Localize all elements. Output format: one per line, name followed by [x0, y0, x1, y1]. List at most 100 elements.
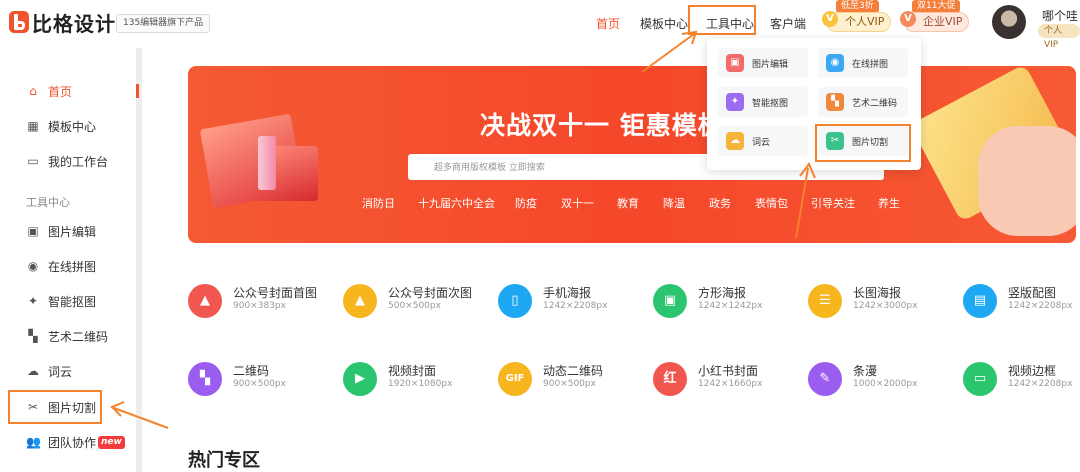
sidebar-item-home[interactable]: ⌂ 首页 [26, 82, 72, 100]
logo-text[interactable]: 比格设计 [32, 8, 116, 37]
tool-name: 手机海报 [543, 286, 592, 300]
avatar[interactable] [992, 5, 1026, 39]
banner-tag[interactable]: 双十一 [561, 195, 594, 211]
banner-tag[interactable]: 防疫 [515, 195, 537, 211]
sidebar-item-image-edit[interactable]: ▣ 图片编辑 [26, 222, 96, 240]
tool-size: 1000×2000px [853, 379, 918, 389]
tool-size: 1242×1660px [698, 379, 763, 389]
cloud-icon: ☁ [726, 132, 744, 150]
sidebar-item-puzzle[interactable]: ◉ 在线拼图 [26, 257, 96, 275]
tool-size: 500×500px [388, 301, 441, 311]
tool-name: 视频边框 [1008, 364, 1057, 378]
tool-card[interactable]: ▚ 二维码 900×500px [188, 356, 338, 400]
tool-size: 1242×2208px [1008, 379, 1073, 389]
banner-tag[interactable]: 降温 [663, 195, 685, 211]
tool-name: 方形海报 [698, 286, 747, 300]
magic-wand-icon: ✦ [726, 93, 744, 111]
dropdown-item-label: 智能抠图 [752, 98, 789, 109]
username[interactable]: 哪个哇 [1042, 7, 1078, 24]
banner-tag[interactable]: 消防日 [362, 195, 395, 211]
image-edit-icon: ▣ [726, 54, 744, 72]
sidebar-item-label: 我的工作台 [48, 154, 109, 169]
puzzle-icon: ◉ [27, 259, 39, 273]
dropdown-item-puzzle[interactable]: ◉ 在线拼图 [818, 48, 908, 78]
vertical-image-icon: ▤ [963, 284, 997, 318]
tool-size: 1242×2208px [543, 301, 608, 311]
banner-tag[interactable]: 表情包 [755, 195, 788, 211]
tool-size: 1242×2208px [1008, 301, 1073, 311]
phone-icon: ▯ [498, 284, 532, 318]
tool-card[interactable]: ▭ 视频边框 1242×2208px [963, 356, 1080, 400]
tool-card[interactable]: ▶ 视频封面 1920×1080px [343, 356, 493, 400]
tool-size: 1242×1242px [698, 301, 763, 311]
dropdown-item-cutout[interactable]: ✦ 智能抠图 [718, 87, 808, 117]
gif-icon: GIF [498, 362, 532, 396]
qrcode-icon: ▚ [826, 93, 844, 111]
tool-size: 1242×3000px [853, 301, 918, 311]
team-icon: 👥 [26, 435, 41, 449]
cover-secondary-icon: ▲ [343, 284, 377, 318]
highlight-box-sidebar-image-cut [8, 390, 102, 424]
tool-card[interactable]: GIF 动态二维码 900×500px [498, 356, 648, 400]
tool-name: 小红书封面 [698, 364, 759, 378]
dropdown-item-label: 艺术二维码 [852, 98, 898, 109]
personal-vip-label: 个人VIP [845, 15, 885, 28]
tool-card[interactable]: ▯ 手机海报 1242×2208px [498, 278, 648, 322]
sidebar-item-wordcloud[interactable]: ☁ 词云 [26, 362, 72, 380]
dropdown-item-wordcloud[interactable]: ☁ 词云 [718, 126, 808, 156]
enterprise-vip-label: 企业VIP [923, 15, 963, 28]
long-image-icon: ☰ [808, 284, 842, 318]
banner-tag[interactable]: 教育 [617, 195, 639, 211]
banner-tag[interactable]: 十九届六中全会 [418, 195, 495, 211]
sidebar-item-label: 图片编辑 [48, 224, 97, 239]
dropdown-item-label: 在线拼图 [852, 59, 889, 70]
video-icon: ▶ [343, 362, 377, 396]
sidebar-item-team[interactable]: 👥 团队协作 new [26, 433, 125, 451]
tool-name: 公众号封面首图 [233, 286, 318, 300]
tool-size: 900×383px [233, 301, 286, 311]
banner-tag[interactable]: 养生 [878, 195, 900, 211]
banner-tag[interactable]: 政务 [709, 195, 731, 211]
grid-icon: ▦ [27, 119, 39, 133]
lipstick-illustration [258, 136, 276, 190]
palette-icon: ✎ [808, 362, 842, 396]
image-icon: ▣ [653, 284, 687, 318]
sidebar-group-title: 工具中心 [26, 196, 70, 209]
sidebar-item-label: 在线拼图 [48, 259, 97, 274]
banner-tag[interactable]: 引导关注 [811, 195, 855, 211]
nav-home[interactable]: 首页 [596, 15, 620, 32]
tool-name: 视频封面 [388, 364, 437, 378]
dropdown-item-qrcode[interactable]: ▚ 艺术二维码 [818, 87, 908, 117]
new-badge: new [98, 435, 125, 449]
sidebar-item-qrcode[interactable]: ▚ 艺术二维码 [26, 327, 108, 345]
tool-name: 竖版配图 [1008, 286, 1057, 300]
hand-illustration [978, 126, 1076, 236]
qrcode-icon: ▚ [28, 329, 38, 343]
dropdown-item-image-edit[interactable]: ▣ 图片编辑 [718, 48, 808, 78]
cloud-icon: ☁ [27, 364, 39, 378]
sidebar-item-workspace[interactable]: ▭ 我的工作台 [26, 152, 108, 170]
tool-card[interactable]: 红 小红书封面 1242×1660px [653, 356, 803, 400]
tool-card[interactable]: ▲ 公众号封面次图 500×500px [343, 278, 493, 322]
vip-crown-icon: V [822, 11, 838, 27]
tool-card[interactable]: ▲ 公众号封面首图 900×383px [188, 278, 338, 322]
tool-name: 长图海报 [853, 286, 902, 300]
nav-templates[interactable]: 模板中心 [640, 15, 688, 32]
sidebar-item-label: 智能抠图 [48, 294, 97, 309]
search-placeholder: 超多商用版权模板 立即搜索 [434, 163, 545, 173]
tool-card[interactable]: ▣ 方形海报 1242×1242px [653, 278, 803, 322]
banner-title: 决战双十一 钜惠模板 [480, 111, 724, 140]
qrcode-icon: ▚ [188, 362, 222, 396]
magic-wand-icon: ✦ [27, 294, 39, 308]
sidebar-item-label: 首页 [48, 84, 73, 99]
sidebar-item-cutout[interactable]: ✦ 智能抠图 [26, 292, 96, 310]
tool-card[interactable]: ☰ 长图海报 1242×3000px [808, 278, 958, 322]
sidebar-item-templates[interactable]: ▦ 模板中心 [26, 117, 96, 135]
tool-card[interactable]: ✎ 条漫 1000×2000px [808, 356, 958, 400]
nav-client[interactable]: 客户端 [770, 15, 806, 32]
promo-banner[interactable]: 决战双十一 钜惠模板 超多商用版权模板 立即搜索 ⌕ 消防日 十九届六中全会 防… [188, 66, 1076, 243]
tool-card[interactable]: ▤ 竖版配图 1242×2208px [963, 278, 1080, 322]
home-icon: ⌂ [29, 84, 37, 98]
sidebar-item-label: 团队协作 [48, 435, 97, 450]
tool-size: 900×500px [543, 379, 596, 389]
